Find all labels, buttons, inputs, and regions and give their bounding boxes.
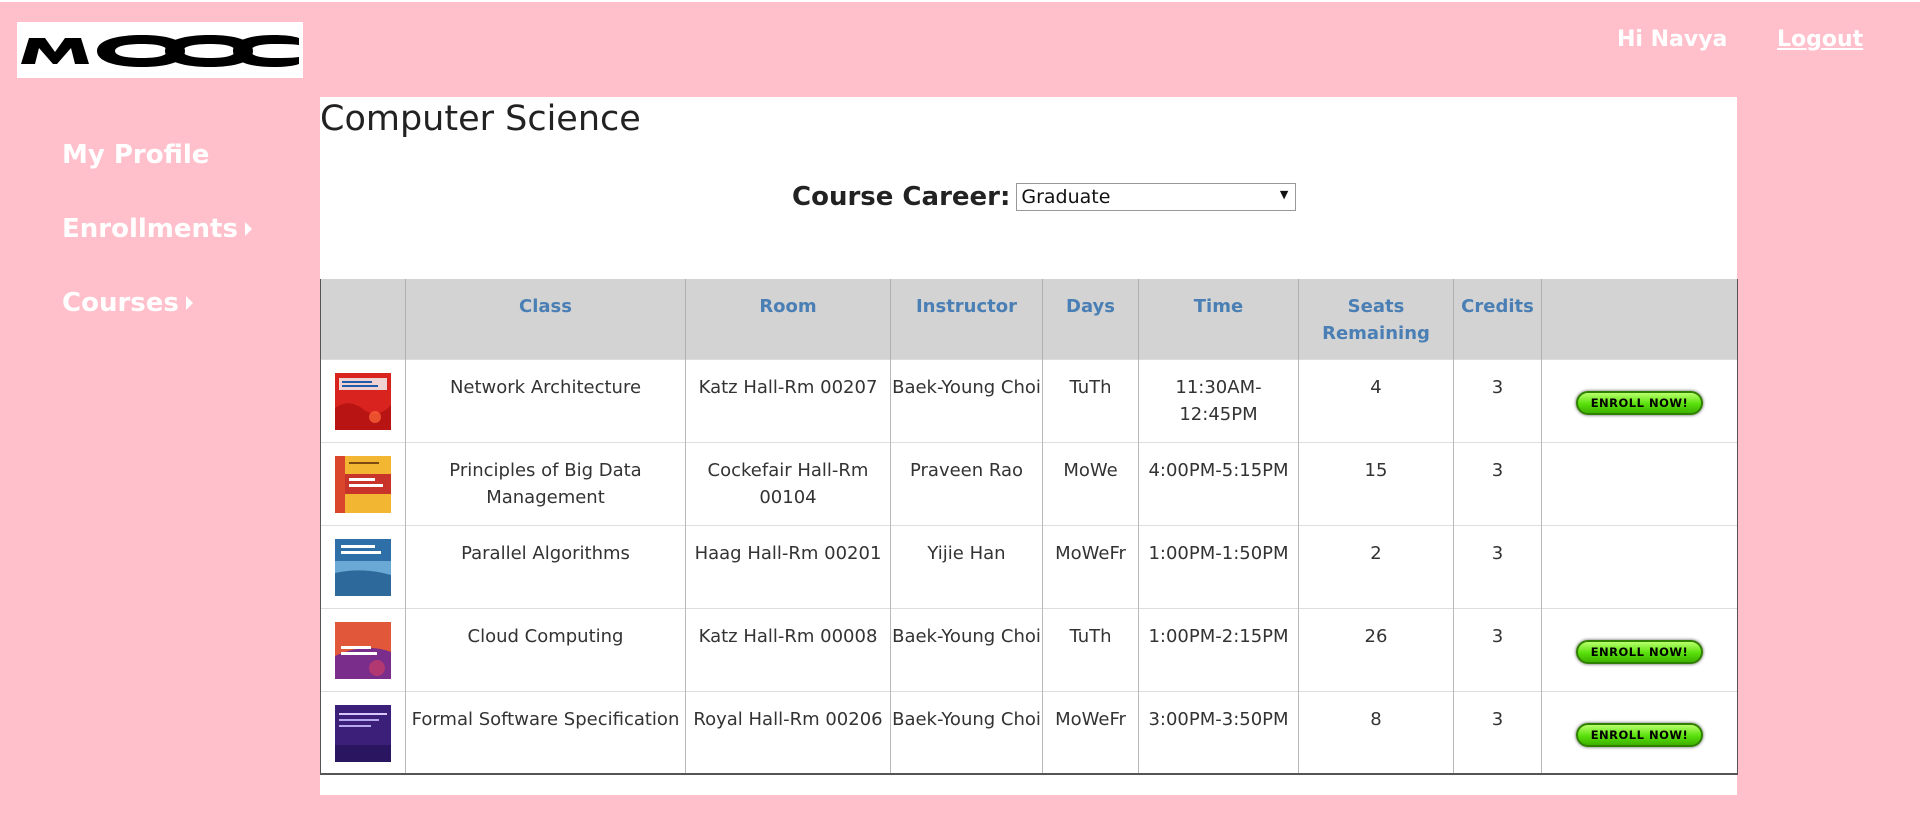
course-room: Katz Hall-Rm 00008	[685, 607, 891, 691]
course-instructor: Baek-Young Choi	[890, 358, 1043, 442]
enroll-cell: ENROLL NOW!	[1541, 690, 1738, 774]
enroll-now-button[interactable]: ENROLL NOW!	[1576, 722, 1703, 747]
course-class: Network Architecture	[405, 358, 686, 442]
course-image-cell	[320, 524, 406, 608]
sidebar-item-label: Enrollments	[62, 214, 238, 244]
course-instructor: Praveen Rao	[890, 441, 1043, 525]
enroll-cell-empty	[1541, 441, 1738, 525]
course-career-select[interactable]: Graduate ▼	[1016, 183, 1297, 211]
sidebar-item-label: Courses	[62, 288, 179, 318]
course-days: TuTh	[1042, 607, 1139, 691]
course-time: 11:30AM-12:45PM	[1138, 358, 1299, 442]
column-header-time: Time	[1138, 279, 1299, 359]
column-header-instructor: Instructor	[890, 279, 1043, 359]
course-credits: 3	[1453, 690, 1542, 774]
course-room: Katz Hall-Rm 00207	[685, 358, 891, 442]
caret-right-icon	[185, 296, 193, 310]
course-days: MoWeFr	[1042, 690, 1139, 774]
cloud-computing-book-cover-icon	[335, 621, 391, 679]
column-header-class: Class	[405, 279, 686, 359]
table-row: Formal Software Specification Royal Hall…	[320, 690, 1738, 774]
dropdown-arrow-icon: ▼	[1279, 188, 1289, 201]
course-seats: 8	[1298, 690, 1454, 774]
course-time: 3:00PM-3:50PM	[1138, 690, 1299, 774]
course-image-cell	[320, 358, 406, 442]
course-career-value: Graduate	[1021, 186, 1111, 208]
course-seats: 4	[1298, 358, 1454, 442]
course-career-filter: Course Career: Graduate ▼	[792, 182, 1297, 212]
course-image-cell	[320, 690, 406, 774]
sidebar-item-enrollments[interactable]: Enrollments	[62, 209, 252, 249]
sidebar-item-courses[interactable]: Courses	[62, 283, 252, 323]
course-time: 1:00PM-1:50PM	[1138, 524, 1299, 608]
column-header-days: Days	[1042, 279, 1139, 359]
main-panel: Computer Science Course Career: Graduate…	[320, 97, 1738, 795]
course-time: 4:00PM-5:15PM	[1138, 441, 1299, 525]
course-instructor: Yijie Han	[890, 524, 1043, 608]
course-seats: 2	[1298, 524, 1454, 608]
column-header-image	[320, 279, 406, 359]
big-data-book-cover-icon	[335, 455, 391, 513]
table-row: Parallel Algorithms Haag Hall-Rm 00201 Y…	[320, 524, 1738, 608]
parallel-algorithms-book-cover-icon	[335, 538, 391, 596]
course-seats: 15	[1298, 441, 1454, 525]
course-class: Cloud Computing	[405, 607, 686, 691]
enroll-cell: ENROLL NOW!	[1541, 607, 1738, 691]
caret-right-icon	[244, 222, 252, 236]
course-instructor: Baek-Young Choi	[890, 690, 1043, 774]
column-header-credits: Credits	[1453, 279, 1542, 359]
course-image-cell	[320, 441, 406, 525]
mooc-logo[interactable]	[17, 22, 303, 78]
course-days: MoWeFr	[1042, 524, 1139, 608]
network-architecture-book-cover-icon	[335, 372, 391, 430]
course-seats: 26	[1298, 607, 1454, 691]
course-days: TuTh	[1042, 358, 1139, 442]
user-greeting: Hi Navya	[1617, 27, 1728, 52]
course-time: 1:00PM-2:15PM	[1138, 607, 1299, 691]
enroll-cell-empty	[1541, 524, 1738, 608]
course-days: MoWe	[1042, 441, 1139, 525]
enroll-now-button[interactable]: ENROLL NOW!	[1576, 639, 1703, 664]
enroll-now-button[interactable]: ENROLL NOW!	[1576, 390, 1703, 415]
sidebar-nav: My Profile Enrollments Courses	[62, 135, 252, 357]
page-title: Computer Science	[320, 99, 641, 139]
enroll-cell: ENROLL NOW!	[1541, 358, 1738, 442]
course-image-cell	[320, 607, 406, 691]
table-row: Network Architecture Katz Hall-Rm 00207 …	[320, 358, 1738, 442]
logout-link[interactable]: Logout	[1777, 27, 1863, 52]
course-credits: 3	[1453, 441, 1542, 525]
course-class: Formal Software Specification	[405, 690, 686, 774]
sidebar-item-my-profile[interactable]: My Profile	[62, 135, 252, 175]
table-row: Principles of Big Data Management Cockef…	[320, 441, 1738, 525]
course-room: Cockefair Hall-Rm 00104	[685, 441, 891, 525]
top-border	[0, 0, 1920, 2]
table-header-row: Class Room Instructor Days Time Seats Re…	[320, 279, 1738, 359]
course-class: Parallel Algorithms	[405, 524, 686, 608]
course-credits: 3	[1453, 358, 1542, 442]
course-room: Haag Hall-Rm 00201	[685, 524, 891, 608]
course-credits: 3	[1453, 524, 1542, 608]
formal-software-book-cover-icon	[335, 704, 391, 762]
course-career-label: Course Career:	[792, 182, 1011, 212]
course-credits: 3	[1453, 607, 1542, 691]
course-class: Principles of Big Data Management	[405, 441, 686, 525]
column-header-room: Room	[685, 279, 891, 359]
sidebar-item-label: My Profile	[62, 140, 210, 170]
course-room: Royal Hall-Rm 00206	[685, 690, 891, 774]
course-instructor: Baek-Young Choi	[890, 607, 1043, 691]
table-row: Cloud Computing Katz Hall-Rm 00008 Baek-…	[320, 607, 1738, 691]
column-header-seats-remaining: Seats Remaining	[1298, 279, 1454, 359]
column-header-action	[1541, 279, 1738, 359]
course-table: Class Room Instructor Days Time Seats Re…	[320, 279, 1738, 775]
